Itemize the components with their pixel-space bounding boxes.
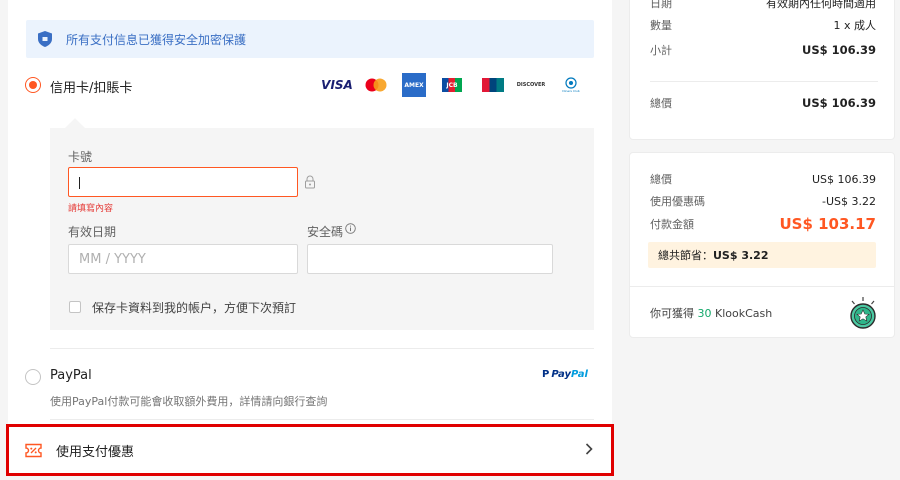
card-radio[interactable]: [25, 77, 41, 93]
pay-amount-label: 付款金額: [650, 218, 694, 231]
text-caret: [79, 177, 80, 189]
pay-total-label: 總價: [650, 173, 672, 186]
divider: [50, 419, 594, 420]
save-card-label[interactable]: 保存卡資料到我的帳户，方便下次預訂: [92, 299, 296, 316]
info-icon[interactable]: [345, 223, 356, 234]
card-number-label: 卡號: [68, 150, 93, 164]
pay-amount-row: 付款金額 US$ 103.17: [650, 215, 876, 233]
date-row: 日期 有效期內任何時間適用: [650, 0, 876, 11]
klookcash-coin-icon: [850, 297, 876, 329]
date-label: 日期: [650, 0, 672, 10]
savings-label: 總共節省：: [658, 249, 713, 262]
total-value: US$ 106.39: [801, 96, 876, 110]
pay-total-value: US$ 106.39: [811, 172, 876, 186]
checkout-page: 所有支付信息已獲得安全加密保護 信用卡/扣賬卡 VISA AMEX JCB DI…: [0, 0, 900, 480]
subtotal-row: 小計 US$ 106.39: [650, 42, 876, 58]
card-number-field[interactable]: [69, 168, 297, 196]
card-number-input[interactable]: [68, 167, 298, 197]
subtotal-label: 小計: [650, 44, 672, 57]
quantity-row: 數量 1 x 成人: [650, 17, 876, 33]
klookcash-earn: 你可獲得 30 KlookCash: [650, 307, 773, 320]
paypal-fee-note: 使用PayPal付款可能會收取額外費用，詳情請向銀行查詢: [50, 395, 328, 408]
total-row: 總價 US$ 106.39: [650, 95, 876, 111]
unionpay-logo: [482, 78, 504, 92]
expiry-label: 有效日期: [68, 225, 117, 239]
payment-promo-label[interactable]: 使用支付優惠: [56, 441, 134, 460]
card-brand-logos: VISA AMEX JCB DISCOVER Diners Club: [321, 72, 582, 98]
coupon-icon: [25, 443, 42, 457]
expiry-input[interactable]: [68, 244, 298, 274]
savings-value: US$ 3.22: [713, 248, 769, 262]
subtotal-value: US$ 106.39: [801, 43, 876, 57]
security-notice: 所有支付信息已獲得安全加密保護: [26, 20, 594, 58]
card-form: 卡號 請填寫內容 有效日期 安全碼: [50, 128, 594, 330]
date-value: 有效期內任何時間適用: [766, 0, 876, 10]
cvv-field[interactable]: [308, 245, 552, 273]
payment-summary-card: 總價 US$ 106.39 使用優惠碼 -US$ 3.22 付款金額 US$ 1…: [629, 152, 895, 338]
chevron-right-icon[interactable]: [585, 443, 593, 455]
security-text: 所有支付信息已獲得安全加密保護: [66, 32, 247, 47]
discount-row: 使用優惠碼 -US$ 3.22: [650, 193, 876, 209]
order-summary-card: 日期 有效期內任何時間適用 數量 1 x 成人 小計 US$ 106.39 總價…: [629, 0, 895, 140]
mastercard-logo: [364, 78, 388, 92]
cvv-input[interactable]: [307, 244, 553, 274]
quantity-value: 1 x 成人: [833, 19, 876, 32]
pay-amount-value: US$ 103.17: [779, 215, 876, 233]
save-card-checkbox[interactable]: [69, 301, 81, 313]
quantity-label: 數量: [650, 19, 672, 32]
cvv-label: 安全碼: [307, 225, 344, 239]
card-number-error: 請填寫內容: [68, 204, 114, 214]
pay-total-row: 總價 US$ 106.39: [650, 171, 876, 187]
paypal-radio[interactable]: [25, 369, 41, 385]
divider: [50, 348, 594, 349]
discover-logo: DISCOVER: [516, 82, 546, 88]
payment-promo-row[interactable]: 使用支付優惠: [6, 424, 614, 476]
expiry-field[interactable]: [69, 245, 297, 273]
savings-banner: 總共節省： US$ 3.22: [648, 242, 876, 268]
amex-logo: AMEX: [402, 73, 426, 97]
lock-icon: [305, 175, 315, 189]
discount-value: -US$ 3.22: [822, 194, 876, 208]
paypal-option-label[interactable]: PayPal: [50, 368, 92, 383]
visa-logo: VISA: [321, 78, 353, 92]
diners-club-logo: Diners Club: [560, 77, 582, 93]
shield-icon: [38, 31, 52, 47]
paypal-mark: P: [542, 369, 550, 380]
jcb-logo: JCB: [442, 78, 462, 92]
card-option-label[interactable]: 信用卡/扣賬卡: [50, 77, 132, 96]
discount-label: 使用優惠碼: [650, 195, 705, 208]
payment-panel: 所有支付信息已獲得安全加密保護 信用卡/扣賬卡 VISA AMEX JCB DI…: [8, 0, 612, 430]
divider: [650, 81, 878, 82]
total-label: 總價: [650, 97, 672, 110]
paypal-logo: P PayPal: [542, 369, 588, 380]
divider: [630, 286, 894, 287]
